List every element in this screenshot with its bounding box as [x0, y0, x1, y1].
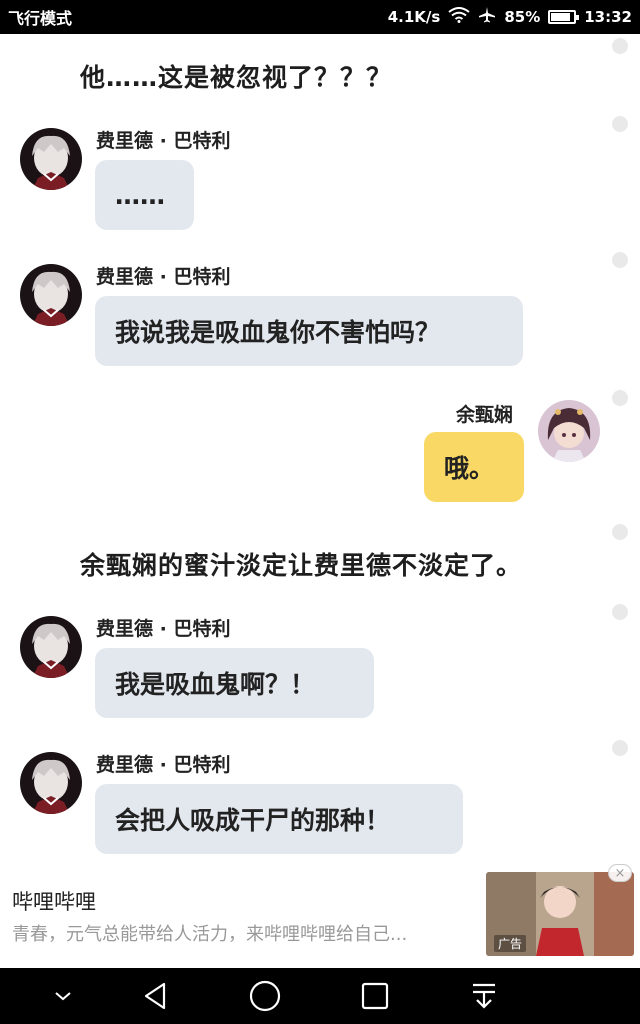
speaker-name: 费里德 · 巴特利: [96, 266, 231, 288]
recents-square-icon: [361, 982, 389, 1010]
message-text: ……: [115, 180, 165, 210]
back-button[interactable]: [138, 978, 174, 1014]
message-bubble: ……: [95, 160, 194, 230]
home-button[interactable]: [247, 978, 283, 1014]
message-text: 我是吸血鬼啊？！: [115, 670, 316, 699]
network-speed: 4.1K/s: [387, 8, 441, 26]
message-text: 我说我是吸血鬼你不害怕吗？: [115, 318, 441, 347]
narration-text: 他……这是被忽视了？？？: [80, 63, 393, 92]
ad-description[interactable]: 青春，元气总能带给人活力，来哔哩哔哩给自己...: [12, 920, 477, 946]
avatar[interactable]: [20, 616, 82, 678]
hide-nav-button[interactable]: [45, 978, 81, 1014]
speaker-name: 费里德 · 巴特利: [96, 130, 231, 152]
scroll-dot: [612, 390, 628, 406]
message-bubble: 会把人吸成干尸的那种！: [95, 784, 463, 854]
notification-pull-button[interactable]: [466, 978, 502, 1014]
battery-icon: [548, 10, 580, 24]
ad-label: 广告: [494, 935, 527, 952]
recents-button[interactable]: [357, 978, 393, 1014]
chat-content[interactable]: 他……这是被忽视了？？？ 费里德 · 巴特利 …… 费里德 · 巴特利 我说我是…: [0, 34, 640, 864]
scroll-dot: [612, 116, 628, 132]
message-bubble: 我是吸血鬼啊？！: [95, 648, 374, 718]
speaker-name: 余甄娴: [456, 404, 514, 426]
home-circle-icon: [249, 980, 281, 1012]
message-text: 会把人吸成干尸的那种！: [115, 806, 391, 835]
scroll-dot: [612, 38, 628, 54]
message-bubble: 哦。: [424, 432, 524, 502]
back-triangle-icon: [144, 982, 166, 1010]
scroll-dot: [612, 252, 628, 268]
clock: 13:32: [584, 8, 632, 26]
status-bar: 飞行模式 4.1K/s 85% 13:32: [0, 0, 640, 34]
ad-close-button[interactable]: ×: [608, 864, 632, 882]
narration-text: 余甄娴的蜜汁淡定让费里德不淡定了。: [80, 551, 523, 580]
navigation-bar: [0, 968, 640, 1024]
ad-thumbnail[interactable]: 广告: [486, 872, 634, 956]
scroll-dot: [612, 740, 628, 756]
speaker-name: 费里德 · 巴特利: [96, 754, 231, 776]
scroll-dot: [612, 524, 628, 540]
battery-percent: 85%: [504, 8, 541, 26]
avatar[interactable]: [20, 752, 82, 814]
avatar[interactable]: [20, 128, 82, 190]
scroll-dot: [612, 604, 628, 620]
ad-title[interactable]: 哔哩哔哩: [12, 886, 96, 916]
speaker-name: 费里德 · 巴特利: [96, 618, 231, 640]
wifi-icon: [448, 7, 470, 27]
avatar[interactable]: [20, 264, 82, 326]
airplane-icon: [478, 6, 496, 28]
message-bubble: 我说我是吸血鬼你不害怕吗？: [95, 296, 523, 366]
ad-banner[interactable]: 哔哩哔哩 青春，元气总能带给人活力，来哔哩哔哩给自己... 广告: [0, 864, 640, 968]
airplane-mode-label: 飞行模式: [8, 9, 73, 28]
status-indicators: 4.1K/s 85% 13:32: [388, 6, 632, 28]
message-text: 哦。: [444, 454, 495, 483]
pull-down-icon: [473, 983, 495, 1009]
avatar[interactable]: [538, 400, 600, 462]
chevron-down-icon: [55, 992, 71, 1001]
